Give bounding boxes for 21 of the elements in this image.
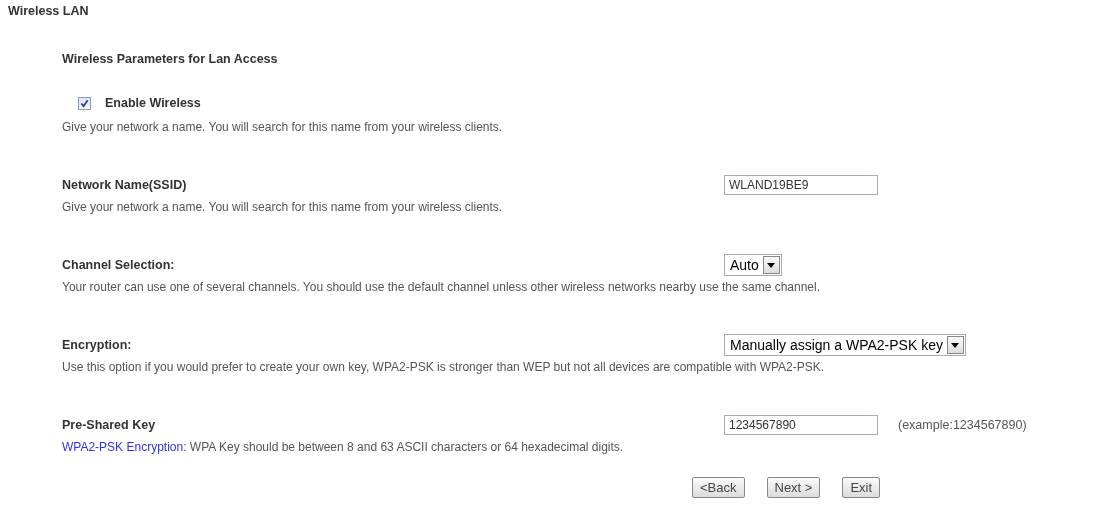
hint-text: Your router can use one of several channels. You should use the default channel unless other wireless networks nearby use the same channel. bbox=[62, 279, 822, 295]
checkbox-label: Enable Wireless bbox=[105, 96, 201, 110]
field-label: Network Name(SSID) bbox=[62, 178, 188, 192]
example-text: (example:1234567890) bbox=[898, 418, 1027, 432]
field-label: Pre-Shared Key bbox=[62, 418, 157, 432]
page-title: Wireless LAN bbox=[7, 3, 90, 20]
hint-text: WPA2-PSK Encryption: WPA Key should be between 8 and 63 ASCII characters or 64 hexadecimal digits. bbox=[62, 439, 625, 455]
dropdown[interactable]: Manually assign a WPA2-PSK key bbox=[724, 334, 966, 356]
wizard-button[interactable]: Exit bbox=[842, 477, 881, 498]
dropdown[interactable]: Auto bbox=[724, 254, 782, 276]
hint-text: Use this option if you would prefer to create your own key, WPA2-PSK is stronger than WEP but not all devices are compatible with WPA2-PSK. bbox=[62, 359, 826, 375]
hint-text: Give your network a name. You will search for this name from your wireless clients. bbox=[62, 199, 504, 215]
field-label: Encryption: bbox=[62, 338, 133, 352]
section-title: Wireless Parameters for Lan Access bbox=[61, 51, 279, 68]
enable-checkbox[interactable] bbox=[78, 96, 91, 110]
text-field[interactable]: 1234567890 bbox=[724, 415, 878, 435]
hint-text: Give your network a name. You will search for this name from your wireless clients. bbox=[62, 119, 504, 135]
wizard-button[interactable]: <Back bbox=[692, 477, 745, 498]
text-field[interactable]: WLAND19BE9 bbox=[724, 175, 878, 195]
field-label: Channel Selection: bbox=[62, 258, 176, 272]
wizard-button[interactable]: Next > bbox=[766, 477, 821, 498]
